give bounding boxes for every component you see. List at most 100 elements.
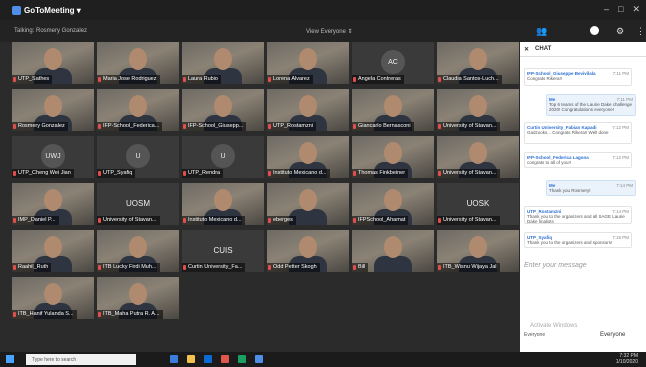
chat-message: UTP_Rostamzni 7:14 PM Thank you to the org… bbox=[524, 206, 632, 224]
mic-muted-icon bbox=[98, 124, 101, 129]
chat-title: CHAT bbox=[535, 46, 552, 52]
participant-video bbox=[129, 48, 147, 70]
view-selector[interactable]: View Everyone ⇕ bbox=[306, 28, 353, 35]
chat-text: Gadzooks... Congrats Rikera!! Well done bbox=[527, 130, 609, 135]
participant-tile[interactable]: Giancarlo Bernasconi bbox=[352, 89, 434, 131]
participant-name: Maria Jose Rodriguez bbox=[97, 75, 160, 84]
camera-icon[interactable] bbox=[590, 26, 599, 35]
mic-muted-icon bbox=[268, 171, 271, 176]
chat-time: 7:11 PM bbox=[616, 97, 633, 102]
participant-tile[interactable]: CUIS Curtin University_Fa... bbox=[182, 230, 264, 272]
taskbar-search[interactable]: Type here to search bbox=[26, 354, 136, 365]
taskview-icon[interactable] bbox=[170, 355, 178, 363]
participant-name: Instituto Mexicano d... bbox=[267, 169, 330, 178]
participant-tile[interactable]: IMP_Daniel P... bbox=[12, 183, 94, 225]
participant-tile[interactable]: Instituto Mexicano d... bbox=[182, 183, 264, 225]
app-icon[interactable] bbox=[238, 355, 246, 363]
participant-tile[interactable]: Bill bbox=[352, 230, 434, 272]
participant-video bbox=[384, 142, 402, 164]
close-icon[interactable]: ✕ bbox=[524, 46, 529, 53]
participant-tile[interactable]: U UTP_Rendra bbox=[182, 136, 264, 178]
participant-initials: AC bbox=[381, 50, 405, 74]
app-title-text: GoToMeeting ▾ bbox=[24, 5, 81, 15]
participant-tile[interactable]: Maria Jose Rodriguez bbox=[97, 42, 179, 84]
participant-tile[interactable]: UOSM University of Stavan... bbox=[97, 183, 179, 225]
chat-input[interactable]: Enter your message bbox=[524, 262, 587, 269]
activate-windows-watermark: Activate Windows bbox=[530, 323, 578, 329]
chat-message: UTP_Syafiq 7:15 PM Thank you to the organi… bbox=[524, 232, 632, 248]
mic-muted-icon bbox=[438, 171, 441, 176]
participant-tile[interactable]: ITB_Wisnu Wijaya Jal bbox=[437, 230, 519, 272]
mic-muted-icon bbox=[98, 218, 101, 223]
participant-video-body bbox=[374, 256, 412, 272]
participant-video bbox=[129, 236, 147, 258]
mic-muted-icon bbox=[353, 265, 356, 270]
mic-muted-icon bbox=[268, 124, 271, 129]
participant-tile[interactable]: University of Stavan... bbox=[437, 136, 519, 178]
participant-name: IFP-School_Giusepp... bbox=[182, 122, 247, 131]
participant-tile[interactable]: Rosmery Gonzalez bbox=[12, 89, 94, 131]
participant-name: Instituto Mexicano d... bbox=[182, 216, 245, 225]
participant-video bbox=[384, 236, 402, 258]
chat-text: Thank you to the organizers and all SAGE… bbox=[527, 214, 625, 224]
chat-time: 7:14 PM bbox=[612, 209, 629, 214]
participant-name: ITB_Maha Putra R. A... bbox=[97, 310, 163, 319]
participant-tile[interactable]: IFP-School_Federica... bbox=[97, 89, 179, 131]
mic-muted-icon bbox=[353, 171, 356, 176]
participant-video bbox=[129, 283, 147, 305]
mic-muted-icon bbox=[438, 124, 441, 129]
chat-time: 7:12 PM bbox=[612, 155, 629, 160]
mic-muted-icon bbox=[183, 265, 186, 270]
participant-name: UTP_Syafiq bbox=[97, 169, 136, 178]
store-icon[interactable] bbox=[204, 355, 212, 363]
taskbar: Type here to search 7:32 PM 1/10/2020 bbox=[0, 352, 646, 367]
participant-tile[interactable]: ITB_Maha Putra R. A... bbox=[97, 277, 179, 319]
participant-tile[interactable]: University of Stavan... bbox=[437, 89, 519, 131]
participant-tile[interactable]: Odd Petter Skogh bbox=[267, 230, 349, 272]
start-icon[interactable] bbox=[6, 355, 14, 363]
participant-initials: UOSM bbox=[126, 198, 150, 208]
browser-icon[interactable] bbox=[221, 355, 229, 363]
participant-video bbox=[44, 48, 62, 70]
mic-muted-icon bbox=[98, 265, 101, 270]
participant-tile[interactable]: Raahil_Ruth bbox=[12, 230, 94, 272]
participant-tile[interactable]: UTP_Sathes bbox=[12, 42, 94, 84]
participant-initials: CUIS bbox=[213, 245, 233, 255]
participant-tile[interactable]: eberges bbox=[267, 183, 349, 225]
folder-icon[interactable] bbox=[187, 355, 195, 363]
app-title[interactable]: GoToMeeting ▾ bbox=[12, 5, 81, 15]
participant-tile[interactable]: UWJ UTP_Cheng Wei Jian bbox=[12, 136, 94, 178]
meeting-app-icon[interactable] bbox=[255, 355, 263, 363]
participant-name: UTP_Cheng Wei Jian bbox=[12, 169, 74, 178]
chat-text: Thank you to the organizers and sponsors… bbox=[527, 240, 613, 245]
mic-muted-icon bbox=[13, 77, 16, 82]
participant-name: Lorena Alvarez bbox=[267, 75, 313, 84]
participant-tile[interactable]: Thomas Finkbeiner bbox=[352, 136, 434, 178]
minimize-icon[interactable]: – bbox=[604, 4, 609, 15]
mic-muted-icon bbox=[13, 171, 16, 176]
participant-tile[interactable]: IFP-School_Giusepp... bbox=[182, 89, 264, 131]
participant-tile[interactable]: Laura Rubio bbox=[182, 42, 264, 84]
participant-tile[interactable]: Instituto Mexicano d... bbox=[267, 136, 349, 178]
participant-tile[interactable]: U UTP_Syafiq bbox=[97, 136, 179, 178]
participant-tile[interactable]: IFPSchool_Ahamat bbox=[352, 183, 434, 225]
participant-tile[interactable]: UTP_Rostamzni bbox=[267, 89, 349, 131]
participant-initials: UOSK bbox=[466, 198, 490, 208]
participant-tile[interactable]: ITB_Hanif Yulanda S... bbox=[12, 277, 94, 319]
people-icon[interactable]: 👥 bbox=[536, 26, 547, 37]
mic-muted-icon bbox=[183, 77, 186, 82]
participant-tile[interactable]: UOSK University of Stavan... bbox=[437, 183, 519, 225]
participant-tile[interactable]: AC Angela Contreras bbox=[352, 42, 434, 84]
maximize-icon[interactable]: □ bbox=[618, 4, 623, 15]
send-to-select[interactable]: Everyone bbox=[600, 332, 625, 338]
participant-tile[interactable]: Claudia Santos-Luch... bbox=[437, 42, 519, 84]
more-icon[interactable]: ⋮ bbox=[636, 26, 645, 37]
chat-message: Me 7:11 PM Top 6 teams of the Laurie Dake … bbox=[546, 94, 636, 116]
participant-name: Thomas Finkbeiner bbox=[352, 169, 409, 178]
participant-initials: U bbox=[211, 144, 235, 168]
chat-header: ✕ CHAT bbox=[520, 42, 646, 57]
close-icon[interactable]: ✕ bbox=[632, 4, 640, 15]
participant-tile[interactable]: ITB Lucky Firdi Muh... bbox=[97, 230, 179, 272]
gear-icon[interactable]: ⚙ bbox=[616, 26, 624, 37]
participant-tile[interactable]: Lorena Alvarez bbox=[267, 42, 349, 84]
